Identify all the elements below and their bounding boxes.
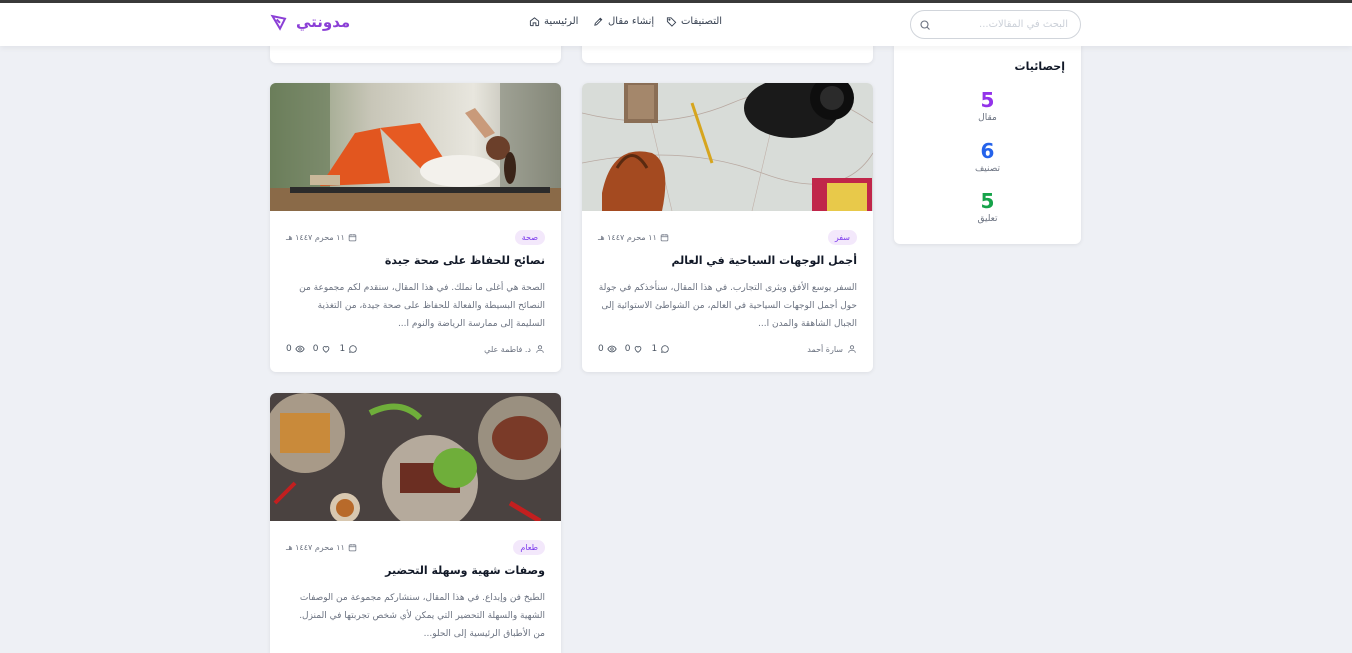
post-card[interactable]: صحة ١١ محرم ١٤٤٧ هـ نصائح للحفاظ على صحة… — [270, 83, 561, 372]
heart-icon — [635, 346, 642, 353]
post-excerpt: السفر يوسع الأفق ويثرى التجارب. في هذا ا… — [598, 283, 857, 329]
comments-value: 1 — [651, 344, 658, 354]
post-image[interactable] — [270, 83, 561, 211]
calendar-icon — [348, 543, 357, 551]
search-box[interactable] — [910, 10, 1081, 39]
site-header: الرئيسية إنشاء مقال التصنيفات مدونتي — [0, 3, 1352, 46]
post-title[interactable]: أجمل الوجهات السياحية في العالم — [598, 254, 857, 267]
logo-pen-icon — [270, 14, 287, 31]
stat-categories: 6 تصنيف — [894, 139, 1081, 174]
post-meta: سفر ١١ محرم ١٤٤٧ هـ — [598, 228, 857, 246]
nav-create-post[interactable]: إنشاء مقال — [593, 16, 654, 27]
tag-icon — [666, 17, 677, 27]
site-logo[interactable]: مدونتي — [270, 12, 350, 32]
post-author: سارة أحمد — [807, 344, 857, 354]
likes-count[interactable]: 0 — [313, 344, 332, 354]
post-date: ١١ محرم ١٤٤٧ هـ — [286, 543, 357, 552]
post-meta: صحة ١١ محرم ١٤٤٧ هـ — [286, 228, 545, 246]
stat-categories-label: تصنيف — [974, 164, 1001, 174]
post-date: ١١ محرم ١٤٤٧ هـ — [286, 233, 357, 242]
nav-categories-label: التصنيفات — [681, 16, 723, 27]
category-badge[interactable]: طعام — [513, 539, 545, 555]
heart-icon — [323, 346, 330, 353]
post-card[interactable]: سفر ١١ محرم ١٤٤٧ هـ أجمل الوجهات السياحي… — [582, 83, 873, 372]
category-badge[interactable]: سفر — [827, 229, 857, 245]
nav-home[interactable]: الرئيسية — [529, 16, 578, 27]
views-value: 0 — [286, 344, 292, 354]
stats-panel: إحصائيات 5 مقال 6 تصنيف 5 تعليق — [894, 44, 1081, 244]
nav-categories[interactable]: التصنيفات — [666, 16, 722, 27]
post-footer: د. فاطمة علي 1 0 0 — [286, 342, 545, 356]
post-footer: سارة أحمد 1 0 0 — [598, 342, 857, 356]
likes-value: 0 — [312, 344, 319, 354]
views-value: 0 — [598, 344, 604, 354]
post-date-text: ١١ محرم ١٤٤٧ هـ — [598, 232, 657, 242]
post-date: ١١ محرم ١٤٤٧ هـ — [598, 233, 669, 242]
user-icon — [536, 345, 544, 353]
comment-icon — [661, 345, 669, 353]
post-title[interactable]: نصائح للحفاظ على صحة جيدة — [286, 254, 545, 267]
eye-icon — [607, 345, 617, 353]
stat-posts-value: 5 — [980, 88, 995, 112]
home-icon — [529, 17, 540, 27]
post-excerpt: الطبخ فن وإبداع. في هذا المقال، سنشاركم … — [299, 593, 545, 639]
stat-comments: 5 تعليق — [894, 189, 1081, 224]
post-title[interactable]: وصفات شهية وسهلة التحضير — [286, 564, 545, 577]
eye-icon — [295, 345, 305, 353]
likes-count[interactable]: 0 — [625, 344, 644, 354]
logo-text: مدونتي — [296, 13, 351, 31]
stat-comments-label: تعليق — [977, 214, 998, 224]
stat-posts: 5 مقال — [894, 88, 1081, 123]
search-icon[interactable] — [919, 19, 931, 31]
post-image[interactable] — [582, 83, 873, 211]
category-badge[interactable]: صحة — [514, 229, 545, 245]
user-icon — [848, 345, 856, 353]
views-count: 0 — [286, 344, 305, 354]
post-stats: 1 0 0 — [598, 344, 670, 354]
post-excerpt: الصحة هي أغلى ما نملك. في هذا المقال، سن… — [299, 283, 545, 329]
search-input[interactable] — [928, 19, 1068, 30]
post-author-name: د. فاطمة علي — [484, 344, 531, 354]
pen-icon — [594, 17, 603, 26]
stats-title: إحصائيات — [1014, 60, 1065, 73]
post-card[interactable]: طعام ١١ محرم ١٤٤٧ هـ وصفات شهية وسهلة ال… — [270, 393, 561, 653]
comment-icon — [349, 345, 357, 353]
post-date-text: ١١ محرم ١٤٤٧ هـ — [286, 232, 345, 242]
stat-posts-label: مقال — [978, 113, 997, 123]
post-author: د. فاطمة علي — [484, 344, 545, 354]
comments-count[interactable]: 1 — [339, 344, 358, 354]
nav-create-post-label: إنشاء مقال — [608, 16, 655, 27]
likes-value: 0 — [624, 344, 631, 354]
post-image[interactable] — [270, 393, 561, 521]
calendar-icon — [348, 233, 357, 241]
post-date-text: ١١ محرم ١٤٤٧ هـ — [286, 542, 345, 552]
calendar-icon — [660, 233, 669, 241]
comments-count[interactable]: 1 — [651, 344, 670, 354]
stat-categories-value: 6 — [980, 139, 995, 163]
nav-home-label: الرئيسية — [544, 16, 579, 27]
stat-comments-value: 5 — [980, 189, 995, 213]
post-stats: 1 0 0 — [286, 344, 358, 354]
views-count: 0 — [598, 344, 617, 354]
comments-value: 1 — [339, 344, 346, 354]
post-author-name: سارة أحمد — [807, 344, 843, 354]
post-meta: طعام ١١ محرم ١٤٤٧ هـ — [286, 538, 545, 556]
